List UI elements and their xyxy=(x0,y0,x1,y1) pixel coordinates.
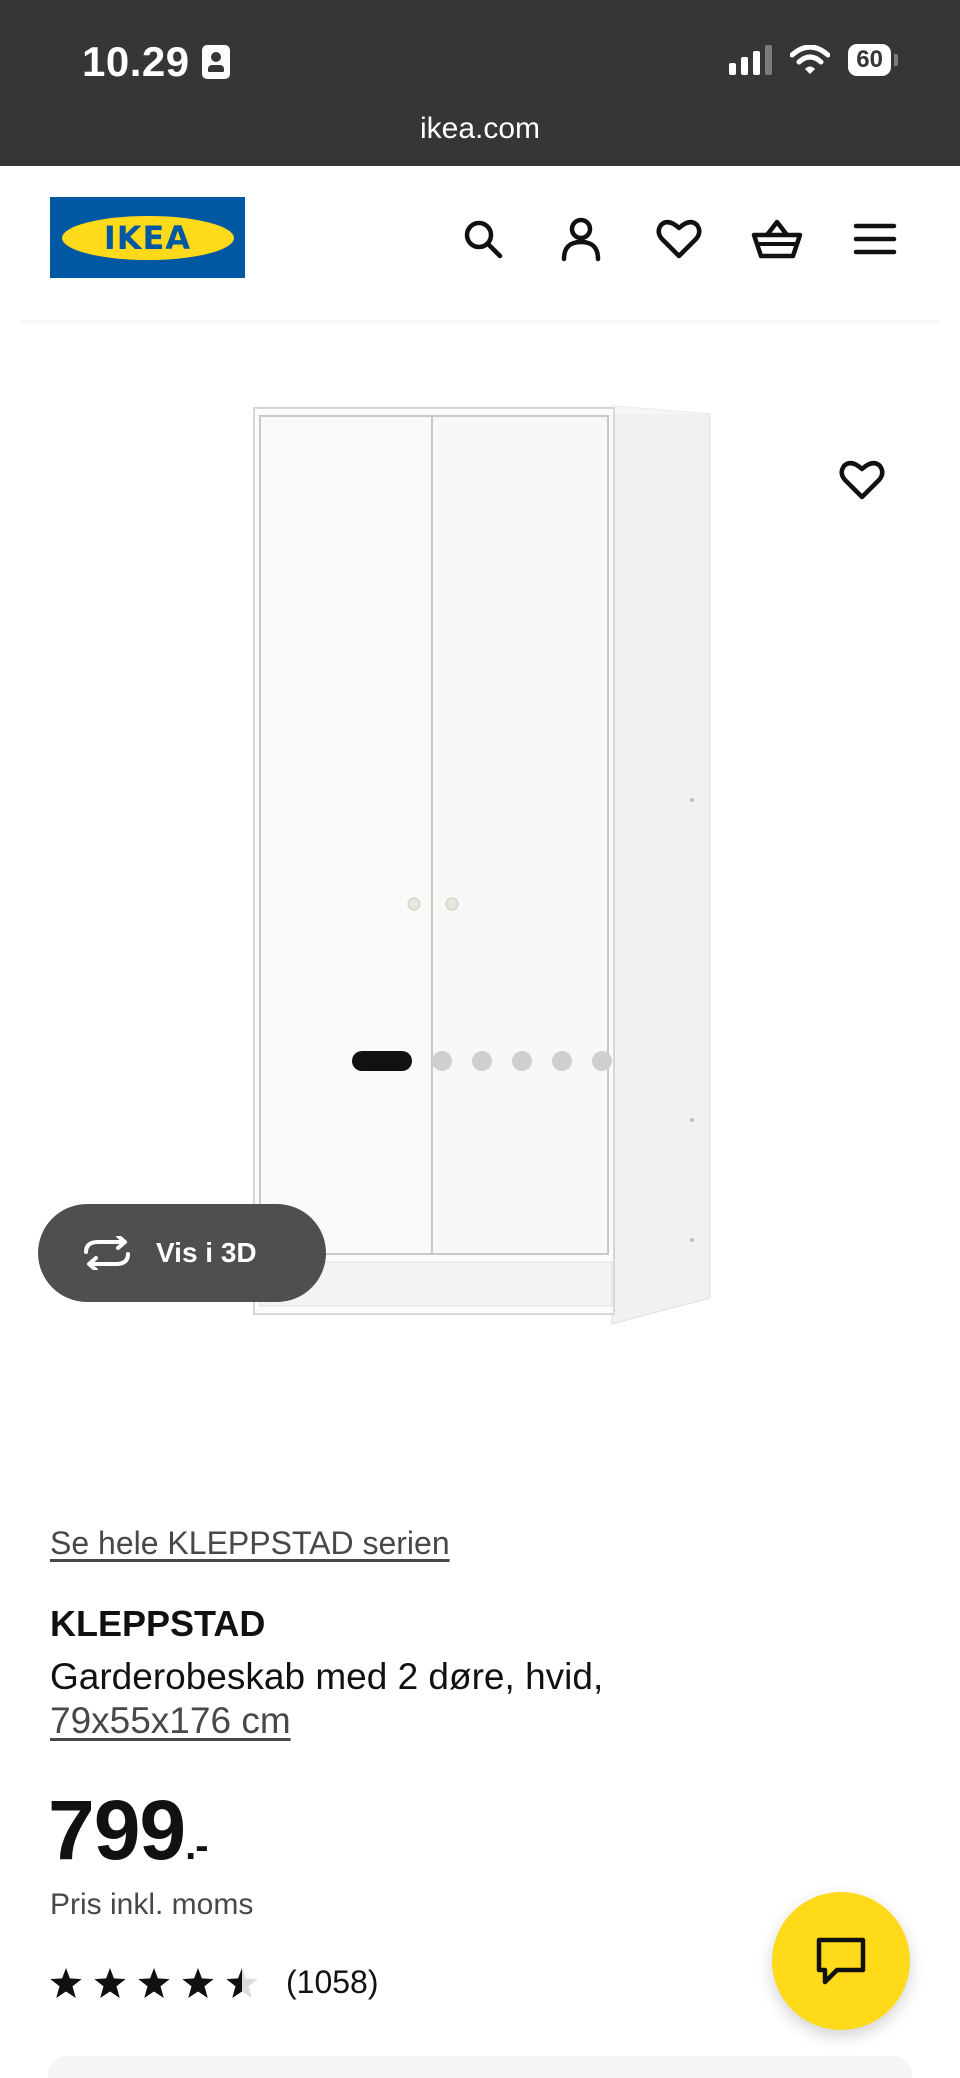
rating-stars xyxy=(50,1967,258,1998)
heart-icon xyxy=(839,460,885,500)
pagination-dot-3[interactable] xyxy=(472,1051,492,1071)
price-note: Pris inkl. moms xyxy=(50,1888,254,1921)
contact-card-icon xyxy=(201,45,230,79)
price-amount: 799 xyxy=(48,1783,186,1877)
review-count: (1058) xyxy=(286,1964,379,2000)
product-price: 799.- xyxy=(48,1782,209,1879)
logo-oval: IKEA xyxy=(61,215,234,260)
star-icon xyxy=(50,1967,82,1998)
profile-icon xyxy=(561,217,601,262)
menu-icon xyxy=(853,223,897,255)
pagination-dot-5[interactable] xyxy=(552,1051,572,1071)
product-image-gallery[interactable]: Vis i 3D xyxy=(0,330,960,1360)
star-icon xyxy=(94,1967,126,1998)
view-in-3d-label: Vis i 3D xyxy=(156,1237,257,1268)
site-header: IKEA xyxy=(0,166,960,326)
pagination-dot-2[interactable] xyxy=(432,1051,452,1071)
search-button[interactable] xyxy=(454,210,512,268)
pagination-dot-4[interactable] xyxy=(512,1051,532,1071)
cellular-signal-icon xyxy=(729,45,773,75)
star-icon xyxy=(182,1967,214,1998)
logo-text: IKEA xyxy=(103,218,192,257)
rotate-3d-icon xyxy=(84,1236,130,1270)
pagination-dot-6[interactable] xyxy=(592,1051,612,1071)
menu-button[interactable] xyxy=(846,210,904,268)
address-bar-url[interactable]: ikea.com xyxy=(0,112,960,146)
pagination-dot-1[interactable] xyxy=(352,1051,412,1071)
half-star-icon xyxy=(226,1967,258,1998)
image-pagination xyxy=(352,1051,612,1071)
star-icon xyxy=(138,1967,170,1998)
heart-icon xyxy=(656,219,702,259)
browser-top-bar: 10.29 60 ikea.com xyxy=(0,0,960,166)
basket-button[interactable] xyxy=(748,210,806,268)
product-rating[interactable]: (1058) xyxy=(50,1964,379,2001)
favourites-button[interactable] xyxy=(650,210,708,268)
search-icon xyxy=(464,220,503,259)
series-link[interactable]: Se hele KLEPPSTAD serien xyxy=(50,1525,450,1562)
view-in-3d-button[interactable]: Vis i 3D xyxy=(38,1204,326,1302)
product-description: Garderobeskab med 2 døre, hvid, xyxy=(50,1656,604,1697)
status-indicators: 60 xyxy=(729,44,898,76)
product-name: KLEPPSTAD xyxy=(50,1603,266,1644)
ikea-logo[interactable]: IKEA xyxy=(50,197,245,278)
next-section-card xyxy=(48,2056,912,2078)
battery-level: 60 xyxy=(848,44,891,76)
wardrobe-product-image xyxy=(253,405,711,1325)
product-size-link[interactable]: 79x55x176 cm xyxy=(50,1700,291,1742)
price-suffix: .- xyxy=(185,1824,208,1868)
basket-icon xyxy=(751,219,803,259)
chat-button[interactable] xyxy=(772,1892,910,2030)
battery-indicator: 60 xyxy=(848,44,898,76)
wifi-icon xyxy=(790,45,831,74)
profile-button[interactable] xyxy=(552,210,610,268)
status-time-group: 10.29 xyxy=(82,38,230,86)
battery-tip xyxy=(894,54,898,66)
status-time: 10.29 xyxy=(82,38,190,85)
header-actions xyxy=(454,210,904,268)
chat-bubble-icon xyxy=(816,1937,866,1985)
add-to-favourites-button[interactable] xyxy=(832,450,892,510)
